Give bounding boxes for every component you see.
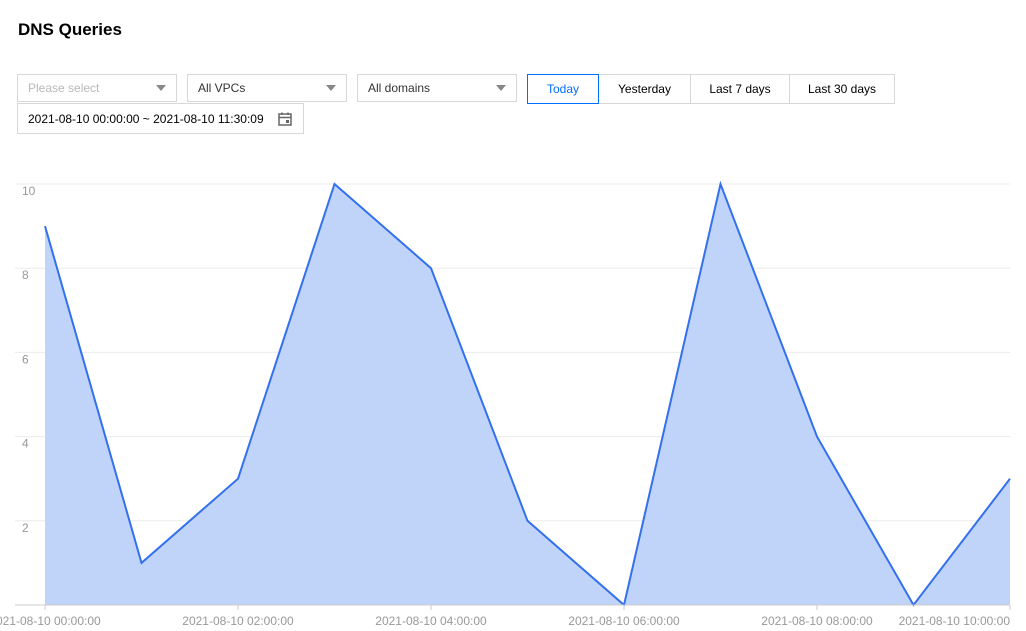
y-tick-label: 4: [22, 437, 29, 451]
x-tick-label: 2021-08-10 00:00:00: [0, 614, 101, 628]
y-tick-label: 10: [22, 184, 36, 198]
x-tick-label: 2021-08-10 10:00:00: [899, 614, 1011, 628]
y-tick-label: 2: [22, 521, 29, 535]
dns-queries-chart: 2 4 6 8 10 2021-08-10 00:00:00 2021-08-10 02:0…: [0, 180, 1011, 628]
x-tick-label: 2021-08-10 02:00:00: [182, 614, 294, 628]
x-tick-label: 2021-08-10 08:00:00: [761, 614, 873, 628]
y-tick-label: 6: [22, 352, 29, 366]
y-tick-label: 8: [22, 268, 29, 282]
x-tick-label: 2021-08-10 06:00:00: [568, 614, 680, 628]
x-tick-label: 2021-08-10 04:00:00: [375, 614, 487, 628]
today-button[interactable]: Today: [527, 74, 599, 104]
series-area: [45, 184, 1010, 605]
